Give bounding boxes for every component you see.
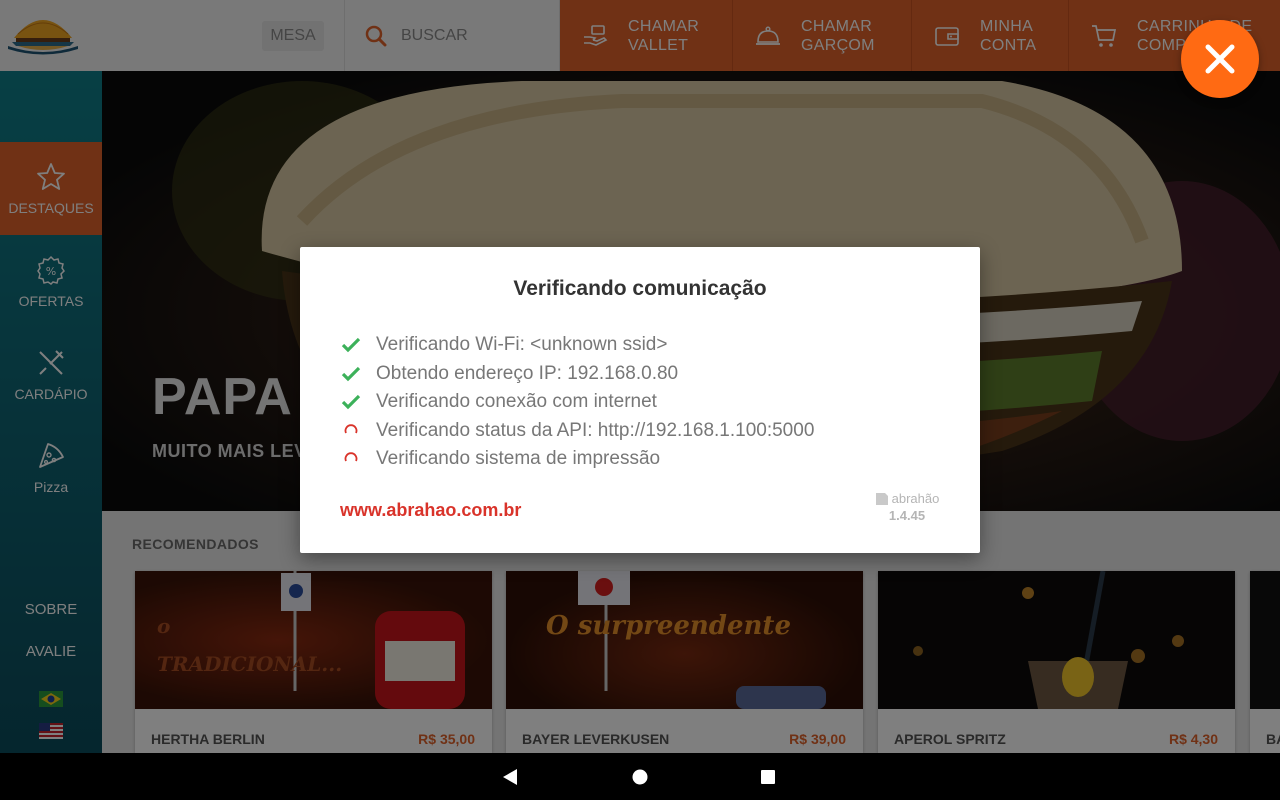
- brand-block: abrahão 1.4.45: [862, 491, 952, 523]
- check-text: Verificando Wi-Fi: <unknown ssid>: [376, 334, 668, 356]
- check-item: Verificando status da API: http://192.16…: [340, 417, 814, 446]
- recents-icon[interactable]: [758, 767, 778, 787]
- brand-logo-icon: [875, 492, 888, 505]
- check-text: Verificando status da API: http://192.16…: [376, 419, 815, 441]
- dialog-title: Verificando comunicação: [513, 277, 767, 300]
- home-icon[interactable]: [630, 767, 650, 787]
- check-item: Verificando Wi-Fi: <unknown ssid>: [340, 331, 814, 360]
- back-icon[interactable]: [500, 767, 520, 787]
- loading-spinner-icon: [340, 421, 362, 441]
- check-icon: [340, 392, 362, 412]
- check-item: Obtendo endereço IP: 192.168.0.80: [340, 360, 814, 389]
- check-text: Verificando conexão com internet: [376, 391, 657, 413]
- close-button[interactable]: [1181, 20, 1259, 98]
- website-link[interactable]: www.abrahao.com.br: [340, 500, 521, 521]
- check-item: Verificando sistema de impressão: [340, 445, 814, 474]
- brand-name-text: abrahão: [891, 491, 940, 506]
- check-list: Verificando Wi-Fi: <unknown ssid> Obtend…: [340, 331, 814, 474]
- check-item: Verificando conexão com internet: [340, 388, 814, 417]
- check-text: Verificando sistema de impressão: [376, 448, 661, 470]
- app-version: 1.4.45: [888, 508, 926, 523]
- check-icon: [340, 335, 362, 355]
- check-text: Obtendo endereço IP: 192.168.0.80: [376, 362, 679, 384]
- check-icon: [340, 364, 362, 384]
- brand-name: abrahão: [862, 491, 952, 506]
- android-nav-bar: [0, 753, 1280, 800]
- loading-spinner-icon: [340, 449, 362, 469]
- connection-check-dialog: Verificando comunicação Verificando Wi-F…: [300, 247, 980, 553]
- close-icon: [1205, 44, 1235, 74]
